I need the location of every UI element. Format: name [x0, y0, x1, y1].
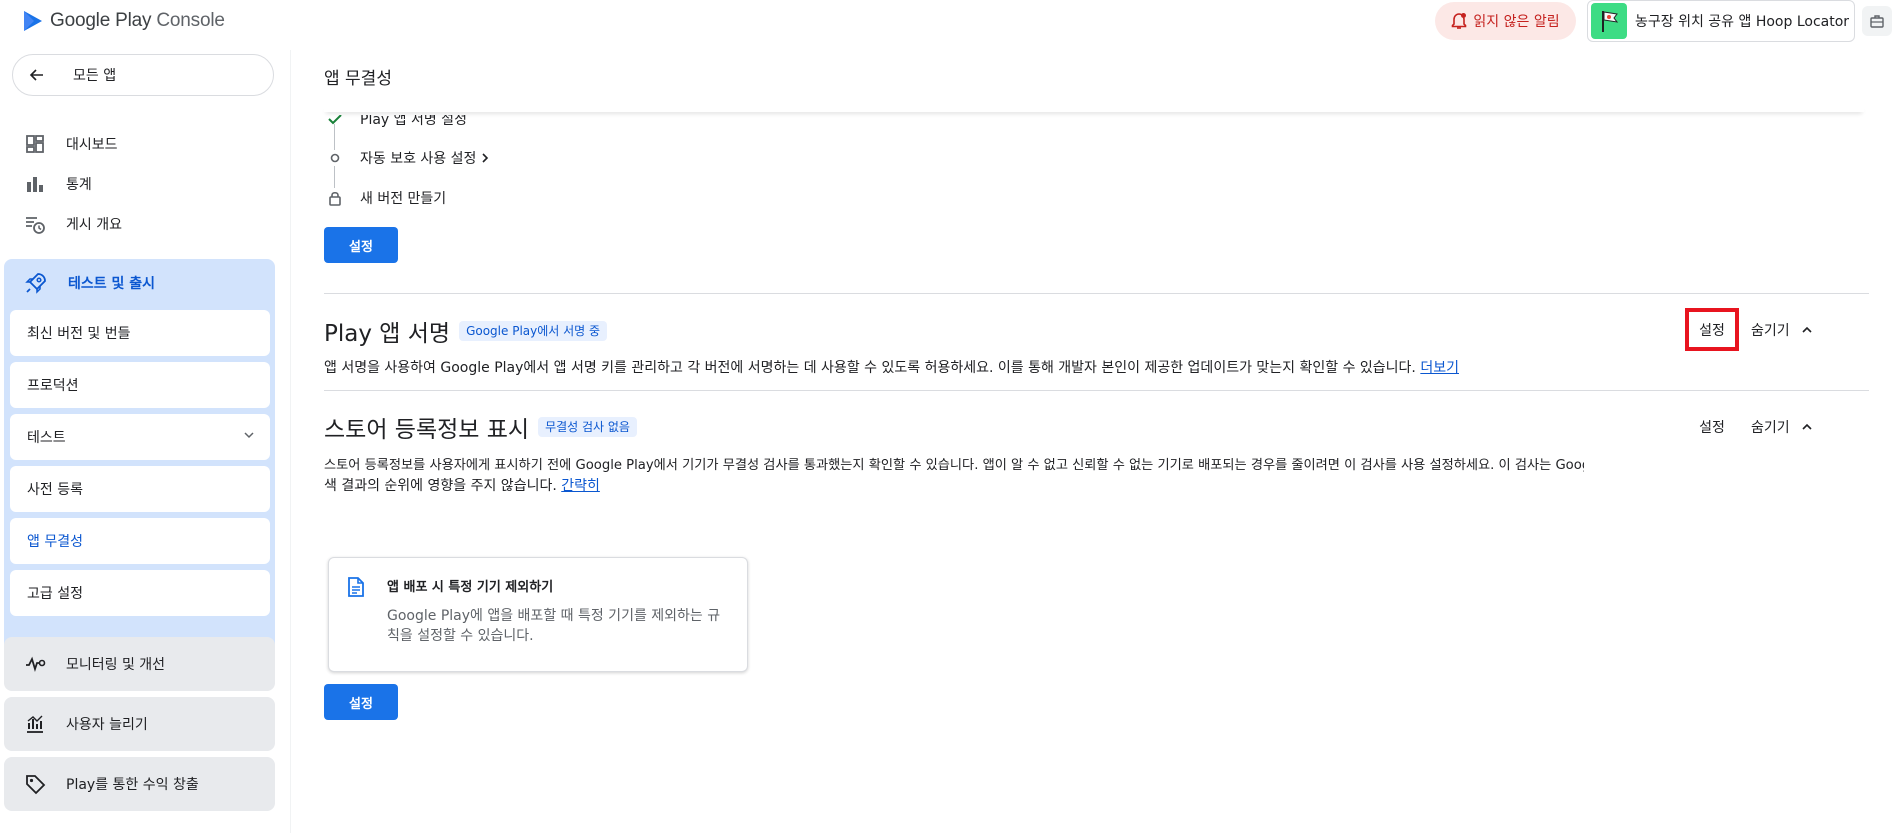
arrow-back-icon	[29, 69, 43, 81]
learn-more-link[interactable]: 더보기	[1420, 360, 1459, 376]
chevron-up-icon	[1802, 326, 1812, 333]
all-apps-label: 모든 앱	[73, 68, 117, 84]
circle-outline-icon	[324, 147, 346, 169]
all-apps-button[interactable]: 모든 앱	[12, 54, 274, 96]
section-divider	[324, 293, 1869, 294]
description-line2: 색 결과의 순위에 영향을 주지 않습니다. 간략히	[324, 476, 1584, 497]
sidebar-subitem-label: 테스트	[27, 430, 66, 446]
sidebar-group-grow-users[interactable]: 사용자 늘리기	[4, 697, 275, 751]
account-switcher-button[interactable]	[1862, 6, 1892, 36]
sidebar-subitem-advanced-settings[interactable]: 고급 설정	[10, 570, 270, 616]
hide-label: 숨기기	[1751, 420, 1790, 436]
unread-alerts-label: 읽지 않은 알림	[1473, 14, 1560, 30]
unread-alerts-button[interactable]: 읽지 않은 알림	[1435, 2, 1576, 40]
hide-label: 숨기기	[1751, 323, 1790, 339]
sidebar-item-dashboard[interactable]: 대시보드	[24, 130, 118, 158]
sidebar-item-statistics[interactable]: 통계	[24, 170, 92, 198]
sidebar-group-head-test-and-release[interactable]: 테스트 및 출시	[24, 271, 155, 295]
app-icon	[1591, 3, 1627, 39]
bar-chart-icon	[27, 177, 43, 192]
pulse-icon	[26, 656, 46, 672]
setup-button-top[interactable]: 설정	[324, 227, 398, 263]
sidebar-group-label: 모니터링 및 개선	[66, 657, 166, 673]
section-title-text: Play 앱 서명	[324, 321, 451, 347]
store-listing-hide-button[interactable]: 숨기기	[1751, 409, 1814, 445]
section-title-text: 스토어 등록정보 표시	[324, 417, 530, 443]
flag-icon	[1602, 11, 1619, 32]
setup-button-bottom[interactable]: 설정	[324, 684, 398, 720]
sidebar-group-monetize[interactable]: Play를 통한 수익 창출	[4, 757, 275, 811]
main-content: 앱 무결성 Play 앱 서명 설정 자동 보호 사용 설정 새 버전 만들기 …	[290, 50, 1898, 833]
highlight-box	[1685, 308, 1739, 351]
step-label: 새 버전 만들기	[360, 191, 447, 207]
step-label: Play 앱 서명 설정	[360, 112, 467, 128]
lock-icon	[324, 187, 346, 209]
dashboard-icon	[26, 135, 44, 153]
app-selector[interactable]: 농구장 위치 공유 앱 Hoop Locator	[1587, 0, 1855, 42]
step-connector	[334, 166, 335, 188]
sidebar-subitem-production[interactable]: 프로덕션	[10, 362, 270, 408]
sidebar-subitem-label: 사전 등록	[27, 482, 83, 498]
play-signing-title: Play 앱 서명 Google Play에서 서명 중	[324, 314, 608, 348]
store-listing-description: 스토어 등록정보를 사용자에게 표시하기 전에 Google Play에서 기기…	[324, 455, 1584, 497]
play-console-logo[interactable]: Google Play Console	[22, 6, 225, 36]
sidebar-group-label: 테스트 및 출시	[68, 276, 156, 292]
step-enable-auto-protection[interactable]: 자동 보호 사용 설정	[324, 147, 724, 169]
page-title: 앱 무결성	[324, 69, 392, 89]
step-create-new-release: 새 버전 만들기	[324, 187, 724, 209]
chevron-right-icon	[482, 153, 489, 163]
sidebar-subitem-latest-releases[interactable]: 최신 버전 및 번들	[10, 310, 270, 356]
status-badge: 무결성 검사 없음	[538, 417, 637, 437]
page-title-divider	[324, 106, 1864, 112]
sidebar-item-publishing-overview[interactable]: 게시 개요	[24, 210, 122, 238]
section-divider	[324, 390, 1869, 391]
sidebar-subitem-testing[interactable]: 테스트	[10, 414, 270, 460]
step-label: 자동 보호 사용 설정	[360, 151, 477, 167]
sidebar-group-label: 사용자 늘리기	[66, 717, 148, 733]
sidebar-item-label: 대시보드	[66, 137, 118, 153]
status-badge: Google Play에서 서명 중	[459, 321, 608, 341]
sidebar-group-test-and-release: 테스트 및 출시 최신 버전 및 번들 프로덕션 테스트 사전 등록 앱 무결성…	[4, 259, 275, 684]
sidebar-item-label: 게시 개요	[66, 217, 122, 233]
show-less-link[interactable]: 간략히	[561, 478, 600, 494]
bell-alert-icon	[1452, 13, 1467, 29]
sidebar-subitem-label: 최신 버전 및 번들	[27, 326, 131, 342]
card-description: Google Play에 앱을 배포할 때 특정 기기를 제외하는 규칙을 설정…	[387, 608, 721, 644]
top-bar: Google Play Console 읽지 않은 알림 농구장 위치 공유 앱…	[0, 0, 1898, 50]
store-listing-title: 스토어 등록정보 표시 무결성 검사 없음	[324, 410, 637, 444]
sidebar-subitem-pre-registration[interactable]: 사전 등록	[10, 466, 270, 512]
store-listing-setup-button[interactable]: 설정	[1687, 409, 1737, 445]
exclude-devices-card[interactable]: 앱 배포 시 특정 기기 제외하기 Google Play에 앱을 배포할 때 …	[328, 557, 748, 672]
logo-text: Google Play Console	[50, 10, 225, 31]
tag-icon	[26, 775, 46, 795]
sidebar-group-monitor-and-improve[interactable]: 모니터링 및 개선	[4, 637, 275, 691]
grow-users-icon	[27, 715, 43, 733]
publishing-overview-icon	[26, 217, 45, 234]
document-icon	[348, 577, 364, 597]
card-title: 앱 배포 시 특정 기기 제외하기	[387, 580, 554, 595]
sidebar-group-label: Play를 통한 수익 창출	[66, 777, 199, 793]
description-text: 앱 서명을 사용하여 Google Play에서 앱 서명 키를 관리하고 각 …	[324, 360, 1416, 376]
play-signing-description: 앱 서명을 사용하여 Google Play에서 앱 서명 키를 관리하고 각 …	[324, 358, 1824, 379]
sidebar-item-label: 통계	[66, 177, 92, 193]
play-signing-hide-button[interactable]: 숨기기	[1751, 312, 1814, 348]
briefcase-icon	[1870, 15, 1884, 28]
sidebar-subitem-label: 프로덕션	[27, 378, 79, 394]
description-text-line1: 스토어 등록정보를 사용자에게 표시하기 전에 Google Play에서 기기…	[324, 458, 1584, 473]
description-text-line2: 색 결과의 순위에 영향을 주지 않습니다.	[324, 478, 557, 494]
sidebar-subitem-label: 고급 설정	[27, 586, 83, 602]
chevron-down-icon	[244, 432, 254, 439]
app-name: 농구장 위치 공유 앱 Hoop Locator	[1635, 14, 1850, 30]
sidebar: 모든 앱 대시보드 통계 게시 개요 테스트 및 출시 최신 버전 및 번들 프…	[0, 50, 290, 833]
rocket-icon	[25, 273, 46, 294]
play-console-logo-icon	[24, 11, 42, 31]
sidebar-subitem-app-integrity[interactable]: 앱 무결성	[10, 518, 270, 564]
chevron-up-icon	[1802, 423, 1812, 430]
sidebar-subitem-label: 앱 무결성	[27, 534, 83, 550]
